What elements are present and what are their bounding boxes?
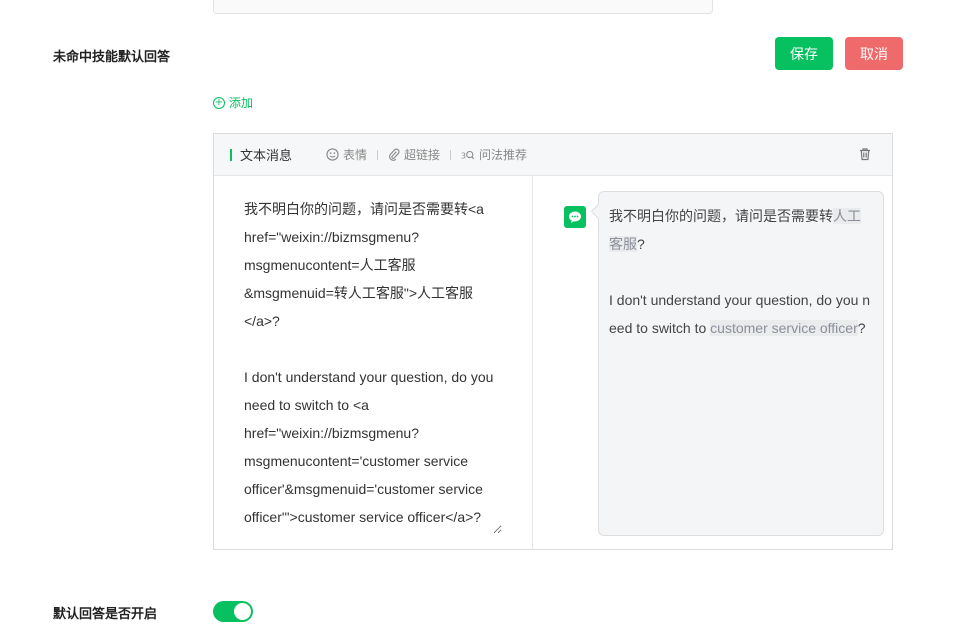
emoji-icon xyxy=(326,148,339,161)
preview-zh-line: 我不明白你的问题，请问是否需要转人工客服? xyxy=(609,202,873,258)
paperclip-icon xyxy=(389,148,400,161)
emoji-button[interactable]: 表情 xyxy=(326,146,367,163)
trash-icon[interactable] xyxy=(858,147,872,161)
message-content-input[interactable]: 我不明白你的问题，请问是否需要转<a href="weixin://bizmsg… xyxy=(232,189,502,534)
svg-text:3: 3 xyxy=(461,151,466,160)
cancel-button[interactable]: 取消 xyxy=(845,37,903,70)
toolbar-divider xyxy=(377,149,379,160)
default-answer-toggle[interactable] xyxy=(213,601,253,622)
question-search-icon: 3 xyxy=(461,150,475,160)
type-indicator xyxy=(230,148,232,161)
save-button[interactable]: 保存 xyxy=(775,37,833,70)
source-pane: 我不明白你的问题，请问是否需要转<a href="weixin://bizmsg… xyxy=(214,175,533,550)
toggle-knob xyxy=(234,603,251,620)
preview-zh-end: ? xyxy=(637,236,645,252)
message-editor: 文本消息 表情 超链接 3 问法推荐 我不明白你的问题，请问是否需要转<a hr… xyxy=(213,133,893,550)
hyperlink-button[interactable]: 超链接 xyxy=(388,146,440,163)
editor-toolbar: 文本消息 表情 超链接 3 问法推荐 xyxy=(214,134,892,176)
previous-field-box xyxy=(213,0,713,14)
add-reply-button[interactable]: + 添加 xyxy=(213,94,253,111)
preview-zh-text: 我不明白你的问题，请问是否需要转 xyxy=(609,208,833,224)
question-recommend-label: 问法推荐 xyxy=(479,148,528,162)
emoji-label: 表情 xyxy=(343,148,368,162)
add-label: 添加 xyxy=(229,96,254,110)
section-title: 未命中技能默认回答 xyxy=(53,50,171,65)
default-answer-label: 默认回答是否开启 xyxy=(53,607,158,622)
message-preview-bubble: 我不明白你的问题，请问是否需要转人工客服? I don't understand… xyxy=(598,191,884,536)
preview-en-end: ? xyxy=(857,320,866,336)
hyperlink-label: 超链接 xyxy=(404,148,441,162)
chat-bubble-icon xyxy=(564,206,586,228)
plus-circle-icon: + xyxy=(213,96,225,109)
toolbar-divider xyxy=(450,149,452,160)
message-type-label: 文本消息 xyxy=(240,149,293,164)
preview-en-link[interactable]: customer service officer xyxy=(710,320,858,336)
preview-pane: 我不明白你的问题，请问是否需要转人工客服? I don't understand… xyxy=(533,175,892,550)
preview-en-line: I don't understand your question, do you… xyxy=(609,286,873,342)
question-recommend-button[interactable]: 3 问法推荐 xyxy=(461,146,527,163)
